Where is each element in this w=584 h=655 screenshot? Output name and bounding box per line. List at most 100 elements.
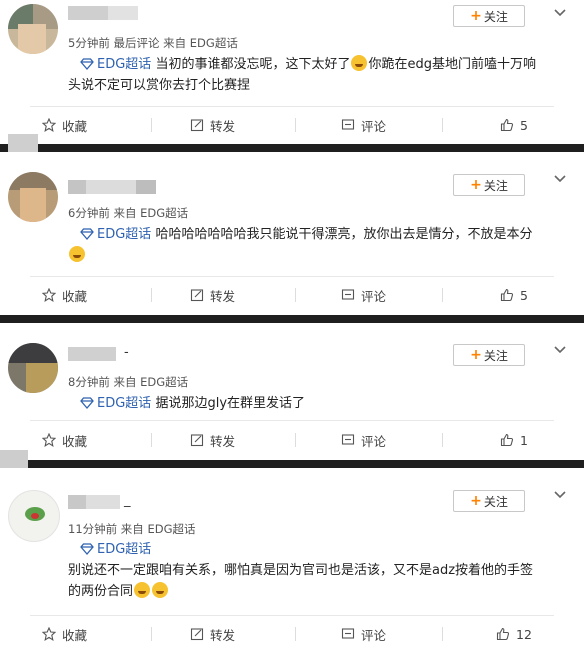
repost-button[interactable]: 转发 (190, 108, 235, 142)
repost-icon (190, 434, 204, 447)
divider (151, 433, 152, 447)
star-icon (42, 433, 56, 447)
plus-icon: + (470, 8, 482, 24)
chevron-down-icon[interactable] (553, 172, 567, 186)
follow-button[interactable]: + 关注 (453, 490, 525, 512)
favorite-button[interactable]: 收藏 (42, 278, 87, 312)
favorite-button[interactable]: 收藏 (42, 423, 87, 457)
comment-meta: 5分钟前 最后评论 来自 EDG超话 (68, 36, 238, 50)
favorite-button[interactable]: 收藏 (42, 108, 87, 142)
peeking-emoji (134, 582, 151, 598)
chevron-down-icon[interactable] (553, 6, 567, 20)
topic-link[interactable]: EDG超话 (80, 396, 155, 411)
comment-text: EDG超话 别说还不一定跟咱有关系，哪怕真是因为官司也是活该，又不是adz按着他… (68, 542, 534, 599)
comment-card: - 8分钟前 来自 EDG超话 + 关注 EDG超话 据说那边gly在群里发话了… (0, 323, 584, 460)
repost-icon (190, 628, 204, 641)
comment-card: 6分钟前 来自 EDG超话 + 关注 EDG超话 哈哈哈哈哈哈哈我只能说干得漂亮… (0, 152, 584, 315)
favorite-button[interactable]: 收藏 (42, 617, 87, 651)
topic-link[interactable]: EDG超话 (80, 57, 155, 72)
star-icon (42, 288, 56, 302)
divider (30, 106, 554, 107)
divider (151, 288, 152, 302)
divider (30, 276, 554, 277)
like-button[interactable]: 5 (500, 278, 528, 312)
plus-icon: + (470, 347, 482, 363)
repost-icon (190, 289, 204, 302)
divider (442, 627, 443, 641)
super-topic-icon (80, 58, 94, 70)
repost-button[interactable]: 转发 (190, 423, 235, 457)
peeking-emoji (152, 582, 169, 598)
follow-label: 关注 (483, 178, 508, 193)
topic-link[interactable]: EDG超话 (80, 227, 155, 242)
action-bar: 收藏 转发 评论 1 (0, 423, 584, 457)
divider (151, 118, 152, 132)
repost-button[interactable]: 转发 (190, 278, 235, 312)
comment-button[interactable]: 评论 (341, 278, 386, 312)
super-topic-icon (80, 228, 94, 240)
comment-icon (341, 434, 355, 445)
divider (295, 288, 296, 302)
avatar[interactable] (8, 490, 60, 542)
follow-label: 关注 (483, 494, 508, 509)
comment-meta: 8分钟前 来自 EDG超话 (68, 375, 189, 389)
super-topic-icon (80, 543, 94, 555)
divider (442, 433, 443, 447)
avatar[interactable] (8, 172, 58, 222)
topic-link[interactable]: EDG超话 (80, 542, 151, 557)
follow-button[interactable]: + 关注 (453, 344, 525, 366)
separator-bar (0, 144, 584, 152)
repost-icon (190, 119, 204, 132)
comment-button[interactable]: 评论 (341, 617, 386, 651)
divider (295, 433, 296, 447)
separator-bar (0, 315, 584, 323)
divider (30, 615, 554, 616)
comment-icon (341, 289, 355, 300)
chevron-down-icon[interactable] (553, 488, 567, 502)
like-button[interactable]: 12 (496, 617, 532, 651)
comment-card: 5分钟前 最后评论 来自 EDG超话 + 关注 EDG超话 当初的事谁都没忘呢，… (0, 0, 584, 142)
username-suffix: - (124, 345, 129, 360)
divider (442, 118, 443, 132)
action-bar: 收藏 转发 评论 5 (0, 108, 584, 142)
comment-meta: 11分钟前 来自 EDG超话 (68, 522, 196, 536)
follow-label: 关注 (483, 348, 508, 363)
comment-card: _ 11分钟前 来自 EDG超话 + 关注 EDG超话 别说还不一定跟咱有关系，… (0, 468, 584, 655)
thumbs-up-icon (500, 288, 514, 302)
repost-button[interactable]: 转发 (190, 617, 235, 651)
thumbs-up-icon (496, 627, 510, 641)
divider (151, 627, 152, 641)
divider (295, 118, 296, 132)
divider (295, 627, 296, 641)
username-suffix: _ (124, 493, 131, 508)
comment-icon (341, 628, 355, 639)
comment-button[interactable]: 评论 (341, 423, 386, 457)
separator-bar (0, 460, 584, 468)
comment-meta: 6分钟前 来自 EDG超话 (68, 206, 189, 220)
follow-button[interactable]: + 关注 (453, 174, 525, 196)
plus-icon: + (470, 177, 482, 193)
divider (442, 288, 443, 302)
star-icon (42, 118, 56, 132)
divider (30, 420, 554, 421)
like-button[interactable]: 5 (500, 108, 528, 142)
star-icon (42, 627, 56, 641)
super-topic-icon (80, 397, 94, 409)
action-bar: 收藏 转发 评论 12 (0, 617, 584, 651)
action-bar: 收藏 转发 评论 5 (0, 278, 584, 312)
comment-button[interactable]: 评论 (341, 108, 386, 142)
grinning-sweat-emoji (351, 55, 368, 71)
comment-text: EDG超话 当初的事谁都没忘呢，这下太好了 你跪在edg基地门前嗑十万响 头说不定… (68, 55, 536, 93)
plus-icon: + (470, 493, 482, 509)
comment-text: EDG超话 据说那边gly在群里发话了 (68, 393, 573, 414)
thumbs-up-icon (500, 118, 514, 132)
thumbs-up-icon (500, 433, 514, 447)
like-button[interactable]: 1 (500, 423, 528, 457)
follow-button[interactable]: + 关注 (453, 5, 525, 27)
comment-icon (341, 119, 355, 130)
avatar[interactable] (8, 343, 58, 393)
chevron-down-icon[interactable] (553, 343, 567, 357)
follow-label: 关注 (483, 9, 508, 24)
avatar[interactable] (8, 4, 58, 54)
rofl-emoji (69, 246, 85, 262)
